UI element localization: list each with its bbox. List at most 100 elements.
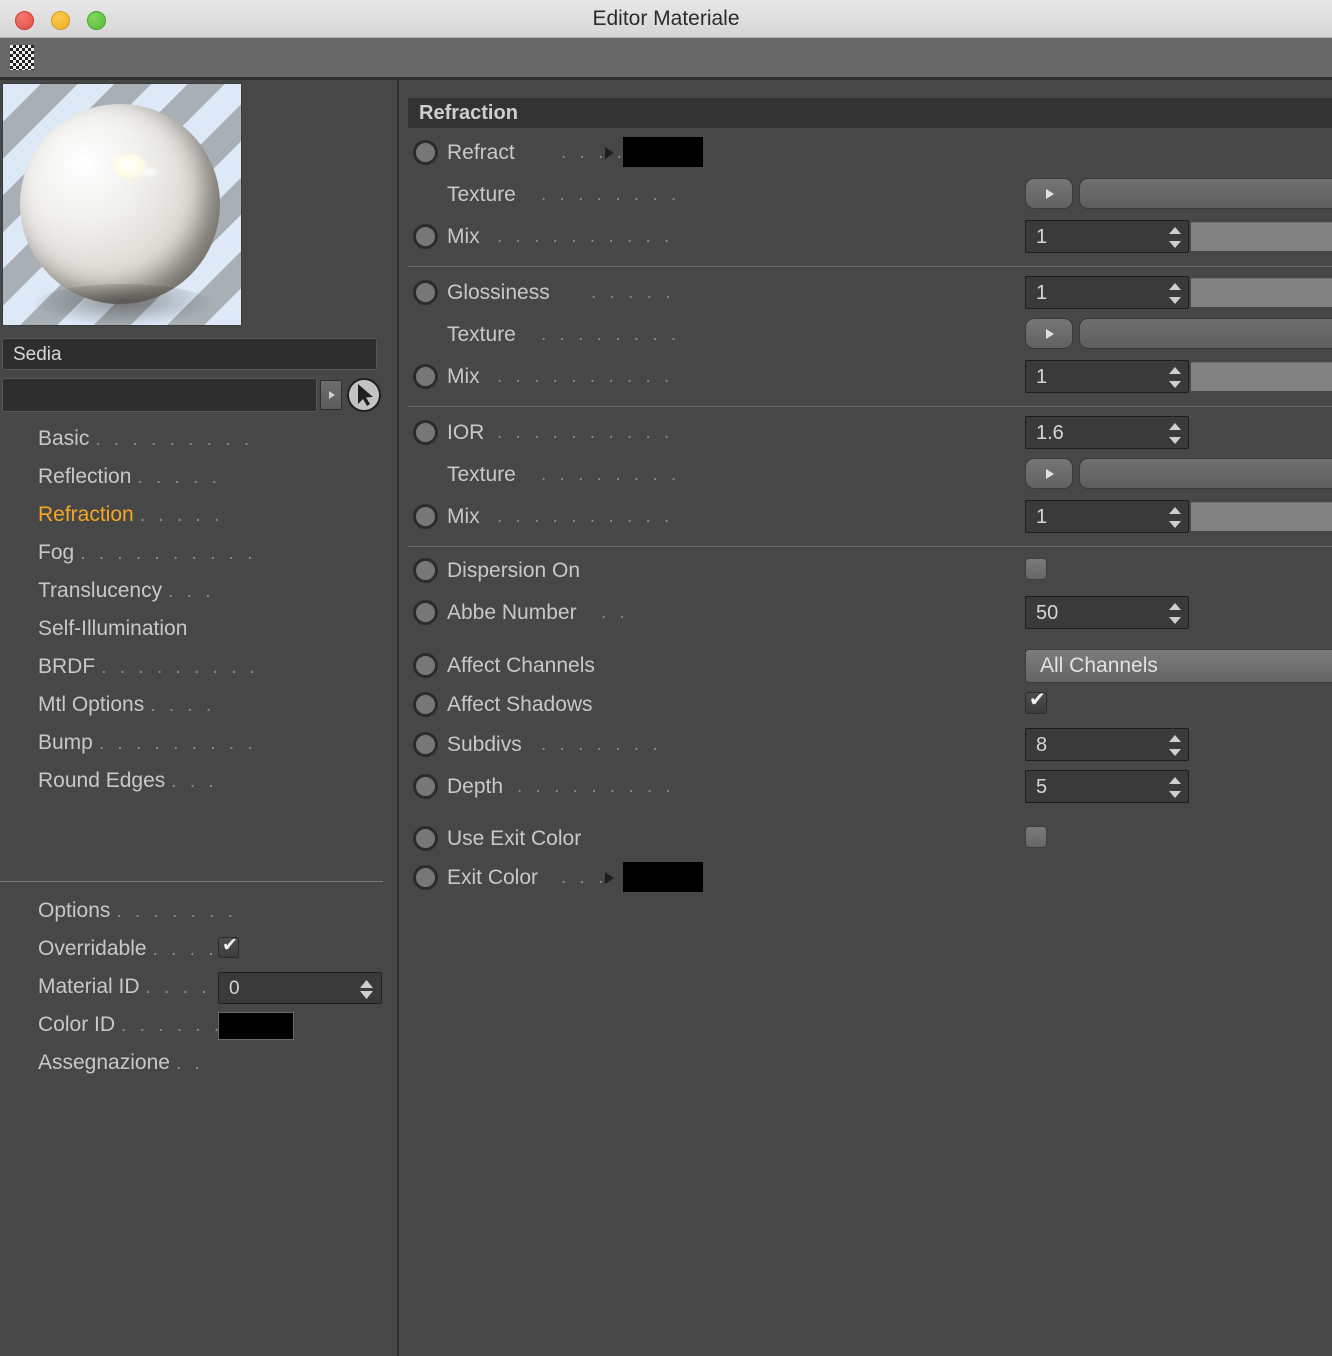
refract-mix-radio[interactable] <box>413 224 438 249</box>
material-name-input[interactable]: Sedia <box>2 338 377 370</box>
ior-texture-dots: . . . . . . . . <box>541 464 681 485</box>
ior-input[interactable]: 1.6 <box>1025 416 1189 449</box>
refract-mix-slider[interactable] <box>1191 222 1332 251</box>
sidebar-item-refraction[interactable]: Refraction. . . . . <box>0 496 399 534</box>
depth-dots: . . . . . . . . . <box>517 776 675 797</box>
exit-color-expand-arrow-icon[interactable] <box>605 872 614 884</box>
affect-shadows-radio[interactable] <box>413 692 438 717</box>
sidebar-item-fog[interactable]: Fog. . . . . . . . . . <box>0 534 399 572</box>
row-use-exit-color: Use Exit Color <box>401 818 1332 860</box>
refract-expand-arrow-icon[interactable] <box>605 147 614 159</box>
affect-channels-label: Affect Channels <box>447 654 595 677</box>
sidebar-item-assegnazione[interactable]: Assegnazione. . <box>0 1044 399 1082</box>
glossiness-label: Glossiness <box>447 281 550 304</box>
material-search-input[interactable] <box>2 378 317 412</box>
sidebar-item-dots: . . . . <box>150 695 216 716</box>
refract-texture-field[interactable] <box>1079 178 1332 209</box>
sidebar-item-round-edges[interactable]: Round Edges. . . <box>0 762 399 800</box>
subdivs-input[interactable]: 8 <box>1025 728 1189 761</box>
abbe-number-label: Abbe Number <box>447 601 577 624</box>
stepper-icon[interactable] <box>360 980 373 999</box>
glossiness-mix-input[interactable]: 1 <box>1025 360 1189 393</box>
glossiness-mix-slider[interactable] <box>1191 362 1332 391</box>
use-exit-color-checkbox[interactable] <box>1025 826 1047 848</box>
glossiness-radio[interactable] <box>413 280 438 305</box>
group-separator <box>408 266 1332 267</box>
exit-color-radio[interactable] <box>413 865 438 890</box>
ior-mix-dots: . . . . . . . . . . <box>497 506 674 527</box>
row-glossiness: Glossiness . . . . . 1 <box>401 272 1332 314</box>
ior-radio[interactable] <box>413 420 438 445</box>
expand-arrow-icon[interactable] <box>320 380 342 410</box>
glossiness-value: 1 <box>1036 282 1048 304</box>
refract-texture-arrow-button[interactable] <box>1025 178 1073 209</box>
material-id-input[interactable]: 0 <box>218 972 382 1004</box>
abbe-number-input[interactable]: 50 <box>1025 596 1189 629</box>
refract-radio[interactable] <box>413 140 438 165</box>
abbe-number-radio[interactable] <box>413 600 438 625</box>
row-ior: IOR . . . . . . . . . . 1.6 <box>401 412 1332 454</box>
depth-value: 5 <box>1036 776 1048 798</box>
depth-input[interactable]: 5 <box>1025 770 1189 803</box>
sidebar-item-reflection[interactable]: Reflection. . . . . <box>0 458 399 496</box>
sidebar-item-options[interactable]: Options. . . . . . . <box>0 892 399 930</box>
stepper-icon[interactable] <box>1169 281 1181 306</box>
preview-specular-highlight-secondary <box>139 166 161 178</box>
overridable-checkbox[interactable]: ✔ <box>218 935 239 958</box>
affect-channels-radio[interactable] <box>413 653 438 678</box>
glossiness-texture-arrow-button[interactable] <box>1025 318 1073 349</box>
editor-toolbar <box>0 38 1332 116</box>
stepper-icon[interactable] <box>1169 225 1181 250</box>
sidebar-item-overridable[interactable]: Overridable. . . . <box>0 930 399 968</box>
sidebar-item-mtl-options[interactable]: Mtl Options. . . . <box>0 686 399 724</box>
sidebar-item-label: Material ID <box>38 975 140 998</box>
sidebar-item-translucency[interactable]: Translucency. . . <box>0 572 399 610</box>
ior-texture-arrow-button[interactable] <box>1025 458 1073 489</box>
row-exit-color: Exit Color . . . <box>401 857 1332 899</box>
stepper-icon[interactable] <box>1169 775 1181 800</box>
sidebar-item-basic[interactable]: Basic. . . . . . . . . <box>0 420 399 458</box>
subdivs-radio[interactable] <box>413 732 438 757</box>
refract-mix-input[interactable]: 1 <box>1025 220 1189 253</box>
color-id-swatch[interactable] <box>218 1012 294 1040</box>
row-glossiness-mix: Mix . . . . . . . . . . 1 <box>401 356 1332 398</box>
stepper-icon[interactable] <box>1169 421 1181 446</box>
checkerboard-icon[interactable] <box>10 45 34 70</box>
sidebar-item-label: Options <box>38 899 111 922</box>
preview-sphere-shadow <box>33 284 213 325</box>
pointer-cursor-icon[interactable] <box>347 378 381 412</box>
glossiness-texture-field[interactable] <box>1079 318 1332 349</box>
material-preview[interactable] <box>2 83 242 326</box>
subdivs-value: 8 <box>1036 734 1048 756</box>
use-exit-color-radio[interactable] <box>413 826 438 851</box>
glossiness-input[interactable]: 1 <box>1025 276 1189 309</box>
ior-mix-value: 1 <box>1036 506 1048 528</box>
stepper-icon[interactable] <box>1169 601 1181 626</box>
sidebar-item-label: Translucency <box>38 579 163 602</box>
group-separator <box>408 546 1332 547</box>
sidebar-item-bump[interactable]: Bump. . . . . . . . . <box>0 724 399 762</box>
ior-mix-slider[interactable] <box>1191 502 1332 531</box>
sidebar-item-dots: . . . <box>171 771 218 792</box>
stepper-icon[interactable] <box>1169 365 1181 390</box>
ior-mix-radio[interactable] <box>413 504 438 529</box>
dispersion-on-radio[interactable] <box>413 558 438 583</box>
stepper-icon[interactable] <box>1169 505 1181 530</box>
ior-dots: . . . . . . . . . . <box>497 422 674 443</box>
stepper-icon[interactable] <box>1169 733 1181 758</box>
affect-shadows-checkbox[interactable]: ✔ <box>1025 689 1047 714</box>
ior-texture-field[interactable] <box>1079 458 1332 489</box>
depth-radio[interactable] <box>413 774 438 799</box>
check-icon: ✔ <box>1029 689 1046 711</box>
exit-color-swatch[interactable] <box>623 862 703 892</box>
glossiness-mix-radio[interactable] <box>413 364 438 389</box>
sidebar-item-self-illumination[interactable]: Self-Illumination <box>0 610 399 648</box>
row-depth: Depth . . . . . . . . . 5 <box>401 766 1332 808</box>
sidebar-item-brdf[interactable]: BRDF. . . . . . . . . <box>0 648 399 686</box>
sidebar-item-color-id[interactable]: Color ID. . . . . . . <box>0 1006 399 1044</box>
glossiness-slider[interactable] <box>1191 278 1332 307</box>
dispersion-on-checkbox[interactable] <box>1025 558 1047 580</box>
affect-channels-dropdown[interactable]: All Channels <box>1025 649 1332 683</box>
refract-color-swatch[interactable] <box>623 137 703 167</box>
ior-mix-input[interactable]: 1 <box>1025 500 1189 533</box>
